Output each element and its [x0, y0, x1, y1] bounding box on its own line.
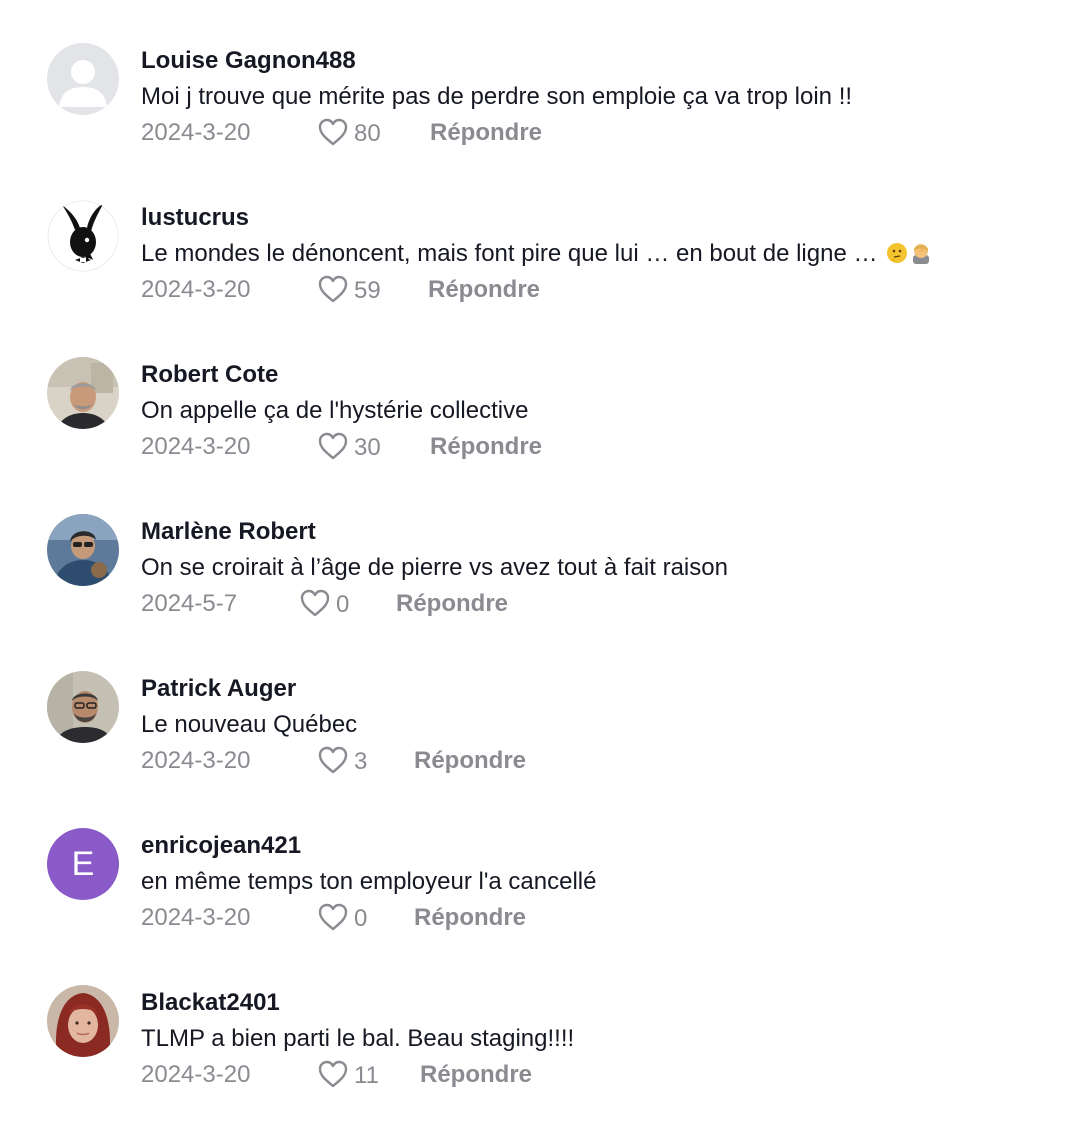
like-count: 3 [354, 748, 368, 775]
username[interactable]: Marlène Robert [141, 518, 316, 546]
comment-text-body: Le mondes le dénoncent, mais font pire q… [141, 240, 885, 267]
avatar[interactable] [47, 43, 119, 115]
thinking-face-emoji [887, 243, 908, 263]
comment-text: en même temps ton employeur l'a cancellé [141, 868, 597, 895]
username[interactable]: lustucrus [141, 204, 249, 232]
comment-date: 2024-3-20 [141, 904, 251, 931]
comment-date: 2024-3-20 [141, 1061, 251, 1088]
comment-item: Blackat2401 TLMP a bien parti le bal. Be… [0, 985, 1084, 1125]
comment-item: Patrick Auger Le nouveau Québec 2024-3-2… [0, 671, 1084, 811]
default-avatar-icon [47, 43, 119, 115]
comment-item: E enricojean421 en même temps ton employ… [0, 828, 1084, 968]
comment-item: Marlène Robert On se croirait à l’âge de… [0, 514, 1084, 654]
like-count: 11 [354, 1062, 379, 1089]
photo-avatar [47, 985, 119, 1057]
reply-button[interactable]: Répondre [414, 747, 526, 775]
like-button[interactable]: 0 [317, 902, 367, 932]
avatar[interactable] [47, 671, 119, 743]
like-button[interactable]: 3 [317, 745, 367, 775]
heart-icon [300, 589, 330, 617]
photo-avatar [47, 671, 119, 743]
comment-item: lustucrus Le mondes le dénoncent, mais f… [0, 200, 1084, 340]
heart-icon [318, 275, 348, 303]
initial-avatar: E [47, 828, 119, 900]
reply-button[interactable]: Répondre [396, 590, 508, 618]
username[interactable]: enricojean421 [141, 832, 301, 860]
like-count: 59 [354, 277, 381, 304]
comment-text: Le nouveau Québec [141, 711, 358, 738]
like-count: 0 [336, 591, 350, 618]
comment-text: On appelle ça de l'hystérie collective [141, 397, 529, 424]
like-button[interactable]: 11 [317, 1059, 379, 1089]
like-button[interactable]: 80 [317, 117, 381, 147]
avatar[interactable] [47, 200, 119, 272]
reply-button[interactable]: Répondre [414, 904, 526, 932]
photo-avatar [47, 514, 119, 586]
like-button[interactable]: 30 [317, 431, 381, 461]
reply-button[interactable]: Répondre [420, 1061, 532, 1089]
like-button[interactable]: 59 [317, 274, 381, 304]
comment-date: 2024-5-7 [141, 590, 238, 617]
heart-icon [318, 903, 348, 931]
like-count: 0 [354, 905, 368, 932]
bunny-logo-avatar [47, 200, 119, 272]
comment-date: 2024-3-20 [141, 119, 251, 146]
reply-button[interactable]: Répondre [430, 119, 542, 147]
heart-icon [318, 432, 348, 460]
comment-text: On se croirait à l’âge de pierre vs avez… [141, 554, 728, 581]
comment-date: 2024-3-20 [141, 747, 251, 774]
avatar[interactable] [47, 985, 119, 1057]
heart-icon [318, 746, 348, 774]
username[interactable]: Patrick Auger [141, 675, 296, 703]
reply-button[interactable]: Répondre [428, 276, 540, 304]
username[interactable]: Louise Gagnon488 [141, 47, 356, 75]
comment-date: 2024-3-20 [141, 433, 251, 460]
avatar[interactable] [47, 514, 119, 586]
heart-icon [318, 118, 348, 146]
comment-text: Moi j trouve que mérite pas de perdre so… [141, 83, 853, 110]
avatar[interactable]: E [47, 828, 119, 900]
reply-button[interactable]: Répondre [430, 433, 542, 461]
comment-item: Robert Cote On appelle ça de l'hystérie … [0, 357, 1084, 497]
photo-avatar [47, 357, 119, 429]
facepalm-emoji [913, 244, 930, 264]
comment-item: Louise Gagnon488 Moi j trouve que mérite… [0, 43, 1084, 183]
like-button[interactable]: 0 [299, 588, 349, 618]
heart-icon [318, 1060, 348, 1088]
username[interactable]: Blackat2401 [141, 989, 280, 1017]
like-count: 30 [354, 434, 381, 461]
username[interactable]: Robert Cote [141, 361, 278, 389]
avatar[interactable] [47, 357, 119, 429]
comment-text: TLMP a bien parti le bal. Beau staging!!… [141, 1025, 575, 1052]
comment-text: Le mondes le dénoncent, mais font pire q… [141, 240, 932, 268]
like-count: 80 [354, 120, 381, 147]
comment-date: 2024-3-20 [141, 276, 251, 303]
